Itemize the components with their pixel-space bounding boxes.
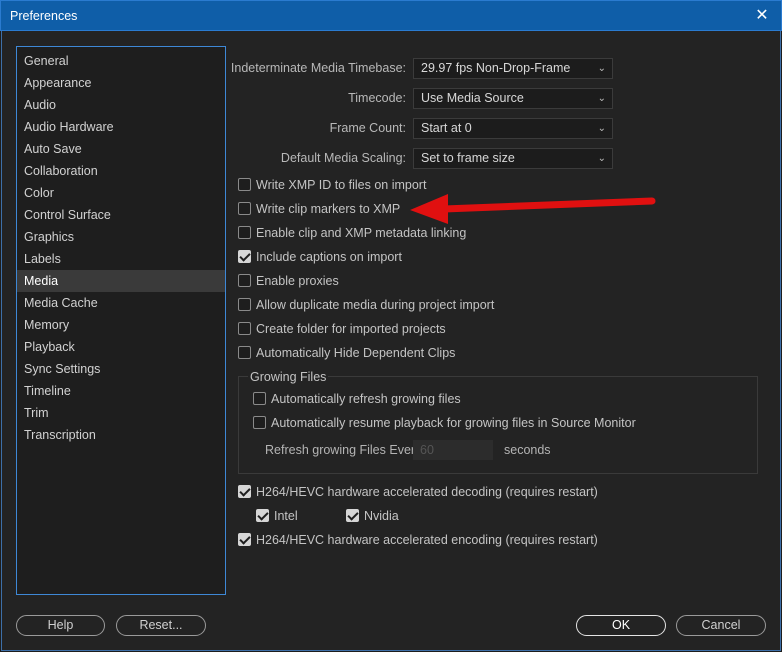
sidebar-item-control-surface[interactable]: Control Surface xyxy=(17,204,225,226)
checkbox-label: Nvidia xyxy=(364,509,399,523)
title-bar: Preferences ✕ xyxy=(0,0,782,31)
timebase-label: Indeterminate Media Timebase: xyxy=(230,61,406,75)
ok-button[interactable]: OK xyxy=(576,615,666,636)
sidebar-item-sync-settings[interactable]: Sync Settings xyxy=(17,358,225,380)
growing-files-title: Growing Files xyxy=(248,370,329,384)
refresh-interval-unit: seconds xyxy=(504,443,551,457)
sidebar-item-memory[interactable]: Memory xyxy=(17,314,225,336)
annotation-arrow-icon xyxy=(410,194,656,224)
checkbox-box[interactable] xyxy=(238,226,251,239)
chevron-down-icon: ⌄ xyxy=(597,153,606,164)
chevron-down-icon: ⌄ xyxy=(597,63,606,74)
timebase-select[interactable]: 29.97 fps Non-Drop-Frame ⌄ xyxy=(413,58,613,79)
checkbox-box[interactable] xyxy=(238,533,251,546)
checkbox-box[interactable] xyxy=(238,178,251,191)
checkbox-box[interactable] xyxy=(253,392,266,405)
checkbox-box[interactable] xyxy=(256,509,269,522)
cancel-button[interactable]: Cancel xyxy=(676,615,766,636)
sidebar-item-collaboration[interactable]: Collaboration xyxy=(17,160,225,182)
sidebar-item-playback[interactable]: Playback xyxy=(17,336,225,358)
scaling-value: Set to frame size xyxy=(421,151,515,165)
sidebar-item-audio[interactable]: Audio xyxy=(17,94,225,116)
checkbox-label: Create folder for imported projects xyxy=(256,322,446,336)
checkbox-box[interactable] xyxy=(238,485,251,498)
sidebar-item-appearance[interactable]: Appearance xyxy=(17,72,225,94)
checkbox-label: H264/HEVC hardware accelerated encoding … xyxy=(256,533,598,547)
timebase-value: 29.97 fps Non-Drop-Frame xyxy=(421,61,571,75)
frame-count-label: Frame Count: xyxy=(329,121,406,135)
refresh-interval-input[interactable]: 60 xyxy=(413,440,493,460)
timecode-label: Timecode: xyxy=(348,91,406,105)
frame-count-select[interactable]: Start at 0 ⌄ xyxy=(413,118,613,139)
checkbox-box[interactable] xyxy=(253,416,266,429)
sidebar-item-audio-hardware[interactable]: Audio Hardware xyxy=(17,116,225,138)
sidebar-item-timeline[interactable]: Timeline xyxy=(17,380,225,402)
sidebar-item-general[interactable]: General xyxy=(17,50,225,72)
preferences-category-list: General Appearance Audio Audio Hardware … xyxy=(16,46,226,595)
frame-count-value: Start at 0 xyxy=(421,121,472,135)
checkbox-label: Intel xyxy=(274,509,298,523)
checkbox-box[interactable] xyxy=(238,298,251,311)
sidebar-item-media-cache[interactable]: Media Cache xyxy=(17,292,225,314)
sidebar-item-labels[interactable]: Labels xyxy=(17,248,225,270)
chevron-down-icon: ⌄ xyxy=(597,123,606,134)
checkbox-label: H264/HEVC hardware accelerated decoding … xyxy=(256,485,598,499)
sidebar-item-auto-save[interactable]: Auto Save xyxy=(17,138,225,160)
sidebar-item-graphics[interactable]: Graphics xyxy=(17,226,225,248)
checkbox-label: Automatically refresh growing files xyxy=(271,392,461,406)
close-icon[interactable]: ✕ xyxy=(751,5,773,27)
checkbox-label: Automatically Hide Dependent Clips xyxy=(256,346,456,360)
checkbox-label: Include captions on import xyxy=(256,250,402,264)
timecode-select[interactable]: Use Media Source ⌄ xyxy=(413,88,613,109)
checkbox-box[interactable] xyxy=(238,346,251,359)
sidebar-item-media[interactable]: Media xyxy=(17,270,225,292)
checkbox-label: Allow duplicate media during project imp… xyxy=(256,298,495,312)
help-button[interactable]: Help xyxy=(16,615,105,636)
checkbox-box[interactable] xyxy=(238,322,251,335)
sidebar-item-color[interactable]: Color xyxy=(17,182,225,204)
reset-button[interactable]: Reset... xyxy=(116,615,206,636)
sidebar-item-trim[interactable]: Trim xyxy=(17,402,225,424)
checkbox-box[interactable] xyxy=(346,509,359,522)
checkbox-label: Enable proxies xyxy=(256,274,339,288)
checkbox-box[interactable] xyxy=(238,250,251,263)
window-title: Preferences xyxy=(10,9,78,23)
refresh-interval-label: Refresh growing Files Every xyxy=(265,443,422,457)
scaling-select[interactable]: Set to frame size ⌄ xyxy=(413,148,613,169)
checkbox-label: Write clip markers to XMP xyxy=(256,202,401,216)
checkbox-label: Automatically resume playback for growin… xyxy=(271,416,636,430)
checkbox-box[interactable] xyxy=(238,202,251,215)
timecode-value: Use Media Source xyxy=(421,91,524,105)
sidebar-item-transcription[interactable]: Transcription xyxy=(17,424,225,446)
scaling-label: Default Media Scaling: xyxy=(280,151,406,165)
checkbox-box[interactable] xyxy=(238,274,251,287)
chevron-down-icon: ⌄ xyxy=(597,93,606,104)
